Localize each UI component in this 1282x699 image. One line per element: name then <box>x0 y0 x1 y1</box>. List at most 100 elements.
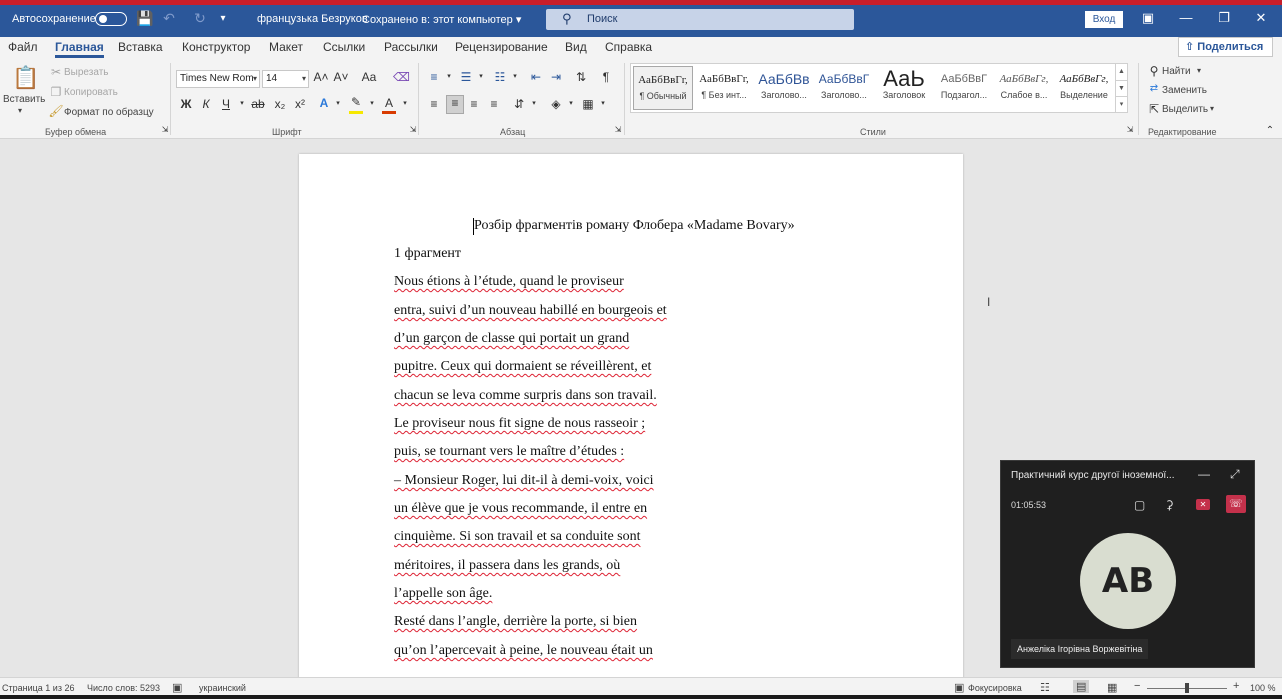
document-line[interactable]: d’un garçon de classe qui portait un gra… <box>394 331 629 347</box>
tab-design[interactable]: Конструктор <box>182 40 250 54</box>
restore-icon[interactable]: ❐ <box>1214 10 1234 26</box>
chevron-down-icon[interactable]: ▼ <box>1116 80 1127 96</box>
search-box[interactable]: ⚲ Поиск <box>546 9 854 30</box>
select-button[interactable]: Выделить <box>1162 104 1208 115</box>
format-painter-icon[interactable]: 🖌 <box>48 104 64 118</box>
zoom-out-icon[interactable]: − <box>1134 680 1140 692</box>
tab-references[interactable]: Ссылки <box>323 40 365 54</box>
signin-button[interactable]: Вход <box>1085 11 1123 28</box>
tab-help[interactable]: Справка <box>605 40 652 54</box>
document-line[interactable]: Nous étions à l’étude, quand le proviseu… <box>394 274 624 290</box>
document-line[interactable]: l’appelle son âge. <box>394 586 492 602</box>
styles-gallery-scroll[interactable]: ▲ ▼ ▾ <box>1115 64 1127 112</box>
expand-call-icon[interactable]: ⤢ <box>1230 467 1240 482</box>
tab-mailings[interactable]: Рассылки <box>384 40 438 54</box>
copy-icon[interactable]: ❐ <box>48 85 64 99</box>
paste-label[interactable]: Вставить <box>3 94 45 105</box>
document-line[interactable]: chacun se leva comme surpris dans son tr… <box>394 388 657 404</box>
style-title[interactable]: АаЬ Заголовок <box>874 66 934 110</box>
shading-icon[interactable]: ◈ <box>548 97 564 111</box>
underline-dropdown-icon[interactable]: ▾ <box>234 99 250 107</box>
tab-file[interactable]: Файл <box>8 40 38 54</box>
borders-dropdown-icon[interactable]: ▾ <box>595 99 611 107</box>
grow-font-button[interactable]: A˄ <box>313 70 329 84</box>
tab-view[interactable]: Вид <box>565 40 587 54</box>
fragment-label[interactable]: 1 фрагмент <box>394 246 461 262</box>
document-line[interactable]: pupitre. Ceux qui dormaient se réveillèr… <box>394 359 651 375</box>
superscript-button[interactable]: x² <box>292 97 308 111</box>
hang-up-icon[interactable]: ☏ <box>1226 495 1246 513</box>
language-indicator[interactable]: украинский <box>199 683 246 693</box>
line-spacing-dropdown-icon[interactable]: ▾ <box>526 99 542 107</box>
highlight-icon[interactable]: ✎ <box>348 95 364 109</box>
microphone-icon[interactable]: ⚳ <box>1165 498 1174 512</box>
style-subtle-emphasis[interactable]: АаБбВвГг, Слабое в... <box>994 66 1054 110</box>
share-button[interactable]: ⇧ Поделиться <box>1178 37 1273 57</box>
find-dropdown-icon[interactable]: ▾ <box>1197 66 1201 75</box>
clear-formatting-icon[interactable]: ⌫ <box>393 70 410 84</box>
style-heading-1[interactable]: АаБбВв Заголово... <box>754 66 814 110</box>
styles-launcher-icon[interactable]: ⇲ <box>1122 125 1138 134</box>
undo-icon[interactable]: ↶ <box>160 10 178 27</box>
web-layout-icon[interactable]: ▦ <box>1107 681 1117 694</box>
proofing-icon[interactable]: ▣ <box>172 681 182 694</box>
style-subtitle[interactable]: АаБбВвГ Подзагол... <box>934 66 994 110</box>
strikethrough-button[interactable]: ab <box>250 97 266 111</box>
read-mode-icon[interactable]: ☷ <box>1040 681 1050 694</box>
shrink-font-button[interactable]: A˅ <box>333 70 349 84</box>
autosave-toggle[interactable] <box>95 12 127 26</box>
style-no-spacing[interactable]: АаБбВвГг, ¶ Без инт... <box>694 66 754 110</box>
focus-icon[interactable]: ▣ <box>954 681 964 694</box>
shading-dropdown-icon[interactable]: ▾ <box>563 99 579 107</box>
select-icon[interactable]: ⇱ <box>1146 102 1162 116</box>
document-line[interactable]: Le proviseur nous fit signe de nous rass… <box>394 416 645 432</box>
redo-icon[interactable]: ↻ <box>191 10 209 27</box>
close-icon[interactable]: ✕ <box>1251 10 1271 26</box>
minimize-icon[interactable]: — <box>1176 10 1196 25</box>
zoom-in-icon[interactable]: + <box>1233 680 1239 692</box>
tab-home[interactable]: Главная <box>55 40 104 58</box>
find-icon[interactable]: ⚲ <box>1146 64 1162 78</box>
document-title[interactable]: Розбір фрагментів роману Флобера «Madame… <box>474 218 795 234</box>
align-left-icon[interactable]: ≡ <box>426 97 442 111</box>
font-size-combo[interactable]: 14 ▾ <box>262 70 309 88</box>
paste-icon[interactable]: 📋 <box>12 65 39 91</box>
save-status[interactable]: Сохранено в: этот компьютер ▾ <box>362 13 521 26</box>
document-line[interactable]: cinquième. Si son travail et sa conduite… <box>394 529 641 545</box>
save-icon[interactable]: 💾 <box>136 10 154 27</box>
font-name-combo[interactable]: Times New Rom ▾ <box>176 70 260 88</box>
find-button[interactable]: Найти <box>1162 66 1191 77</box>
align-right-icon[interactable]: ≡ <box>466 97 482 111</box>
chevron-up-icon[interactable]: ▲ <box>1116 64 1127 80</box>
bold-button[interactable]: Ж <box>178 97 194 111</box>
print-layout-icon[interactable]: ▤ <box>1073 680 1090 693</box>
change-case-button[interactable]: Aa <box>358 70 380 84</box>
style-normal[interactable]: АаБбВвГг, ¶ Обычный <box>633 66 693 110</box>
format-painter-label[interactable]: Формат по образцу <box>64 107 154 118</box>
align-center-icon[interactable]: ≡ <box>446 95 464 114</box>
style-heading-2[interactable]: АаБбВвГ Заголово... <box>814 66 874 110</box>
font-color-dropdown-icon[interactable]: ▾ <box>397 99 413 107</box>
tab-review[interactable]: Рецензирование <box>455 40 548 54</box>
justify-icon[interactable]: ≡ <box>486 97 502 111</box>
subscript-button[interactable]: x₂ <box>272 97 288 111</box>
cut-icon[interactable]: ✂ <box>48 65 64 79</box>
bullets-icon[interactable]: ≡ <box>426 70 442 84</box>
show-marks-icon[interactable]: ¶ <box>598 70 614 84</box>
paste-dropdown-icon[interactable]: ▾ <box>18 106 22 115</box>
sort-icon[interactable]: ⇅ <box>573 70 589 84</box>
word-count[interactable]: Число слов: 5293 <box>87 683 160 693</box>
page-count[interactable]: Страница 1 из 26 <box>2 683 74 693</box>
document-line[interactable]: – Monsieur Roger, lui dit-il à demi-voix… <box>394 473 654 489</box>
line-spacing-icon[interactable]: ⇵ <box>511 97 527 111</box>
underline-button[interactable]: Ч <box>218 97 234 111</box>
more-styles-icon[interactable]: ▾ <box>1116 96 1127 112</box>
increase-indent-icon[interactable]: ⇥ <box>548 70 564 84</box>
ribbon-display-options-icon[interactable]: ▣ <box>1138 10 1158 26</box>
select-dropdown-icon[interactable]: ▾ <box>1210 104 1214 113</box>
minimize-call-icon[interactable]: — <box>1198 467 1210 481</box>
style-emphasis[interactable]: АаБбВвГг, Выделение <box>1054 66 1114 110</box>
zoom-slider-thumb[interactable] <box>1185 683 1189 693</box>
quick-access-menu-icon[interactable]: ▾ <box>214 13 232 24</box>
font-color-icon[interactable]: A <box>381 96 397 110</box>
